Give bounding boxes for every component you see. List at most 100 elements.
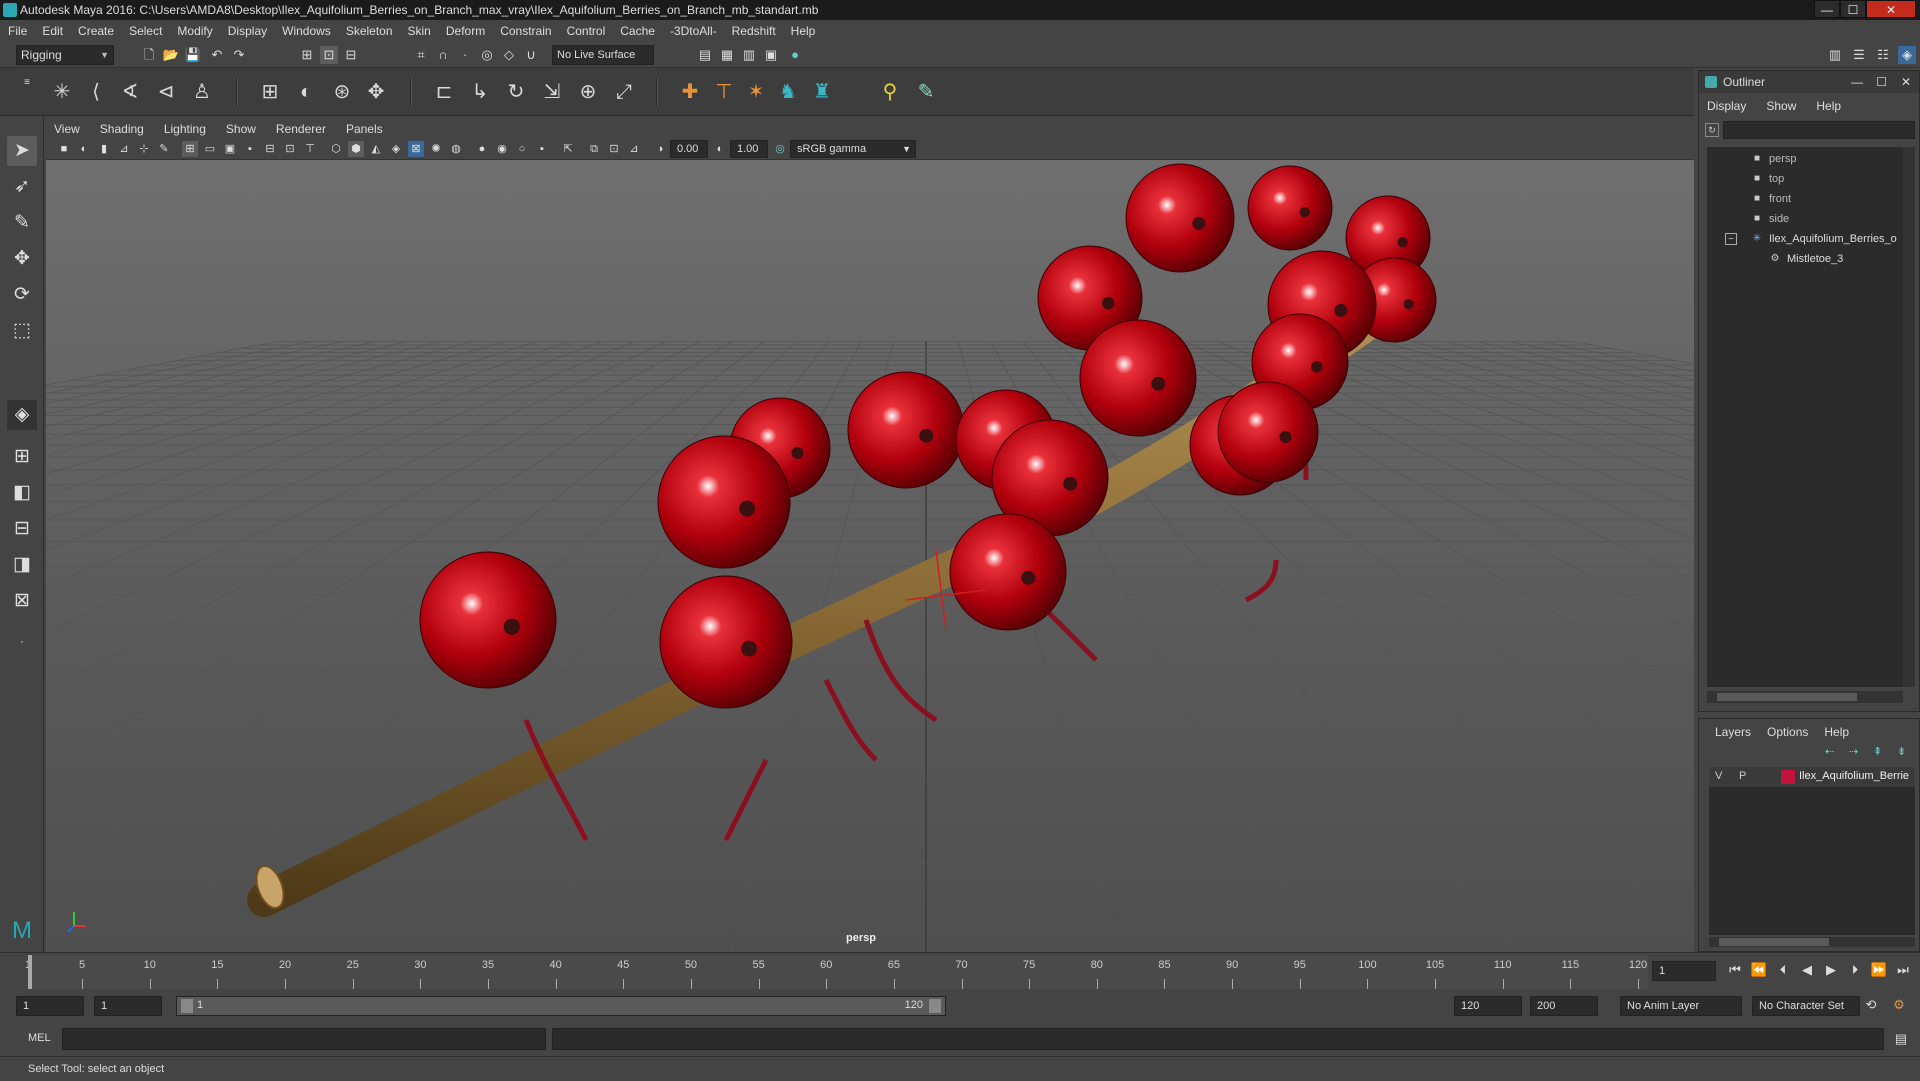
menu-create[interactable]: Create — [78, 24, 114, 38]
scrollbar-thumb[interactable] — [1719, 938, 1829, 946]
sculpt-icon[interactable]: ⊛ — [328, 78, 356, 106]
field-chart-icon[interactable]: ⊟ — [262, 141, 278, 157]
command-input[interactable] — [62, 1028, 546, 1050]
maximize-icon[interactable]: ☐ — [1876, 71, 1887, 93]
outliner-item-mistletoe[interactable]: ⚙ Mistletoe_3 — [1707, 249, 1903, 269]
wrap-icon[interactable]: ◐ — [292, 78, 320, 106]
select-hierarchy-icon[interactable]: ⊞ — [298, 46, 316, 64]
outliner-item-front[interactable]: ■ front — [1707, 189, 1903, 209]
time-slider-track[interactable]: 1510152025303540455055606570758085909510… — [25, 955, 1648, 989]
channel-box-icon[interactable]: ◈ — [1898, 46, 1916, 64]
maximize-button[interactable]: ☐ — [1840, 0, 1866, 18]
xray-joints-icon[interactable]: ⧉ — [586, 141, 602, 157]
current-frame-field[interactable]: 1 — [1652, 961, 1716, 981]
step-forward-key-icon[interactable]: ⏩ — [1870, 961, 1888, 979]
layer-playback-toggle[interactable]: P — [1739, 770, 1746, 782]
persp-outliner-layout-icon[interactable]: ◨ — [7, 550, 37, 580]
panel-menu-view[interactable]: View — [54, 122, 80, 136]
panel-menu-renderer[interactable]: Renderer — [276, 122, 326, 136]
snap-magnet-icon[interactable]: ∪ — [522, 46, 540, 64]
step-back-frame-icon[interactable]: ⏴ — [1774, 961, 1792, 979]
play-forward-icon[interactable]: ▶ — [1822, 961, 1840, 979]
textured-icon[interactable]: ◈ — [388, 141, 404, 157]
range-end-handle[interactable] — [929, 999, 941, 1013]
layer-move-up-icon[interactable]: ⇠ — [1825, 745, 1834, 758]
pole-vector-icon[interactable]: ⤢ — [610, 78, 638, 106]
backface-icon[interactable]: ⊿ — [626, 141, 642, 157]
render-view-icon[interactable]: ▣ — [762, 46, 780, 64]
wireframe-icon[interactable]: ⬡ — [328, 141, 344, 157]
select-object-icon[interactable]: ⊡ — [320, 46, 338, 64]
select-component-icon[interactable]: ⊟ — [342, 46, 360, 64]
outliner-menu-show[interactable]: Show — [1766, 99, 1796, 117]
collapse-icon[interactable]: − — [1725, 233, 1737, 245]
paint-select-icon[interactable]: ✎ — [7, 208, 37, 238]
select-tool-icon[interactable]: ➤ — [7, 136, 37, 166]
character-icon[interactable]: ♙ — [188, 78, 216, 106]
ipr-render-icon[interactable]: ▥ — [740, 46, 758, 64]
layer-menu-help[interactable]: Help — [1824, 725, 1849, 739]
live-surface-field[interactable]: No Live Surface — [552, 45, 654, 65]
outliner-hscrollbar[interactable] — [1707, 691, 1903, 703]
outliner-menu-display[interactable]: Display — [1707, 99, 1746, 117]
render-frame-icon[interactable]: ▦ — [718, 46, 736, 64]
shelf-menu-icon[interactable]: ≡ — [18, 74, 36, 92]
outliner-item-persp[interactable]: ■ persp — [1707, 149, 1903, 169]
tool-settings-icon[interactable]: ☷ — [1874, 46, 1892, 64]
render-settings-icon[interactable]: ▤ — [696, 46, 714, 64]
perspective-viewport[interactable]: persp — [46, 160, 1694, 952]
snap-view-icon[interactable]: ◎ — [478, 46, 496, 64]
ik-handle-icon[interactable]: ⟨ — [82, 78, 110, 106]
menu-constrain[interactable]: Constrain — [500, 24, 551, 38]
four-view-layout-icon[interactable]: ⊞ — [7, 442, 37, 472]
script-editor-icon[interactable]: ▤ — [1892, 1030, 1910, 1048]
film-gate-icon[interactable]: ▭ — [202, 141, 218, 157]
isolate-select-icon[interactable]: ⇱ — [560, 141, 576, 157]
lattice-icon[interactable]: ⊞ — [256, 78, 284, 106]
mirror-joint-icon[interactable]: ⊤ — [710, 78, 738, 106]
safe-title-icon[interactable]: ⊤ — [302, 141, 318, 157]
layer-move-down-icon[interactable]: ⇢ — [1849, 745, 1858, 758]
wireframe-on-shaded-icon[interactable]: ◭ — [368, 141, 384, 157]
snap-curve-icon[interactable]: ∩ — [434, 46, 452, 64]
playback-start-field[interactable]: 1 — [94, 996, 162, 1016]
menu-cache[interactable]: Cache — [620, 24, 655, 38]
hypershade-icon[interactable]: ● — [786, 46, 804, 64]
panel-menu-shading[interactable]: Shading — [100, 122, 144, 136]
outliner-search-input[interactable] — [1723, 121, 1915, 139]
snap-grid-icon[interactable]: ⌗ — [412, 46, 430, 64]
smooth-shade-icon[interactable]: ⬢ — [348, 141, 364, 157]
camera-attributes-icon[interactable]: ◐ — [76, 141, 92, 157]
ik-spline-icon[interactable]: ∢ — [116, 78, 144, 106]
gamma-icon[interactable]: ◐ — [712, 141, 728, 157]
create-layer-selected-icon[interactable]: ⇟ — [1897, 745, 1906, 758]
close-icon[interactable]: ✕ — [1901, 71, 1911, 93]
minimize-button[interactable]: — — [1814, 0, 1840, 18]
depth-of-field-icon[interactable]: ▪ — [534, 141, 550, 157]
antialiasing-icon[interactable]: ○ — [514, 141, 530, 157]
menu-redshift[interactable]: Redshift — [732, 24, 776, 38]
animation-preferences-icon[interactable]: ⚙ — [1890, 996, 1908, 1014]
use-all-lights-icon[interactable]: ⊠ — [408, 141, 424, 157]
scene-end-field[interactable]: 200 — [1530, 996, 1598, 1016]
color-management-icon[interactable]: ◎ — [772, 141, 788, 157]
scale-tool-icon[interactable]: ⬚ — [7, 316, 37, 346]
layer-row[interactable]: V P Ilex_Aquifolium_Berrie — [1709, 767, 1915, 787]
view-transform-dropdown[interactable]: sRGB gamma ▼ — [790, 140, 916, 158]
aim-constraint-icon[interactable]: ↳ — [466, 78, 494, 106]
menu-control[interactable]: Control — [567, 24, 606, 38]
outliner-item-top[interactable]: ■ top — [1707, 169, 1903, 189]
exposure-icon[interactable]: ◑ — [652, 141, 668, 157]
human-ik-icon[interactable]: ♞ — [774, 78, 802, 106]
shadows-icon[interactable]: ✺ — [428, 141, 444, 157]
quick-rig-icon[interactable]: ♜ — [808, 78, 836, 106]
scene-start-field[interactable]: 1 — [16, 996, 84, 1016]
refresh-icon[interactable]: ↻ — [1705, 123, 1719, 137]
layer-visibility-toggle[interactable]: V — [1715, 770, 1722, 782]
menu-select[interactable]: Select — [129, 24, 162, 38]
menu-help[interactable]: Help — [791, 24, 816, 38]
grease-pencil-icon[interactable]: ✎ — [156, 141, 172, 157]
bookmark-icon[interactable]: ▮ — [96, 141, 112, 157]
ambient-occlusion-icon[interactable]: ● — [474, 141, 490, 157]
side-by-side-layout-icon[interactable]: ◧ — [7, 478, 37, 508]
